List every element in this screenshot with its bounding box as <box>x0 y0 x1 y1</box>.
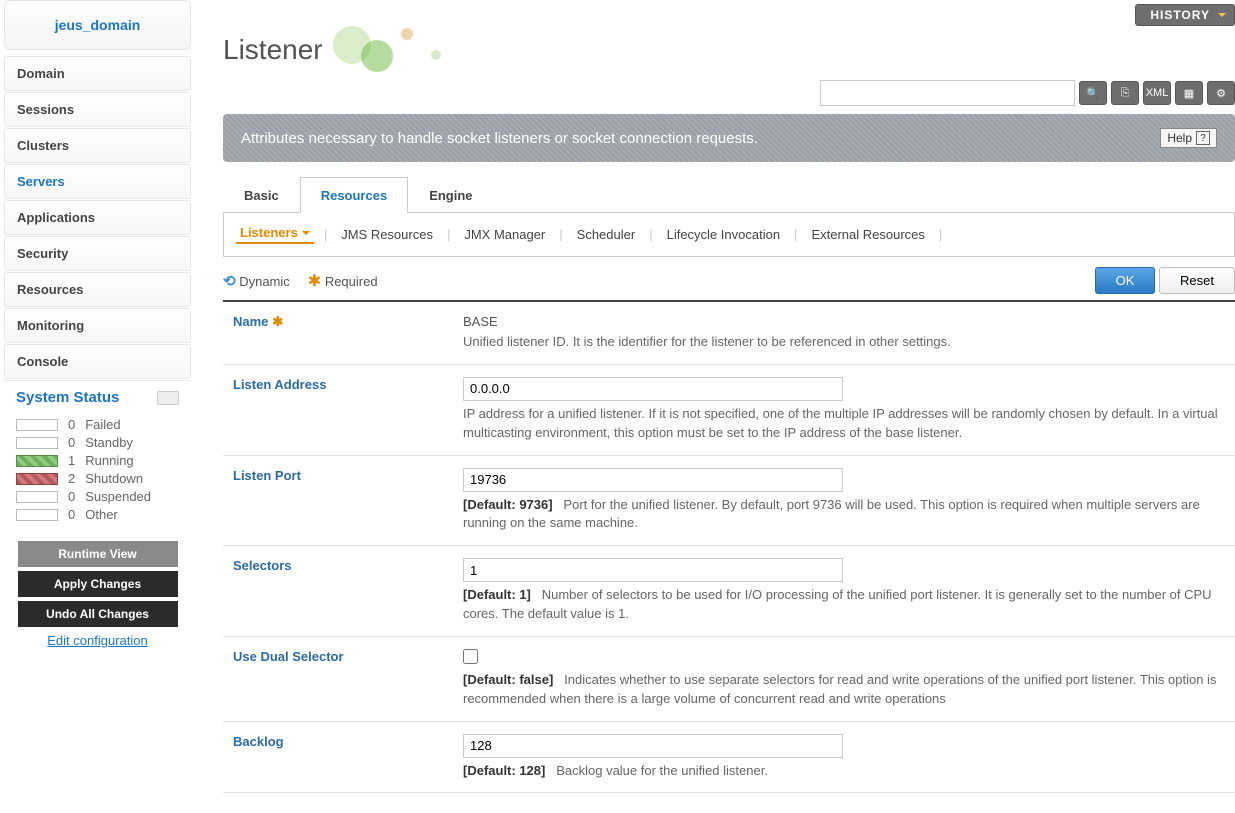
toolbar: 🔍 ⎘ XML ▦ ⚙ <box>223 80 1235 106</box>
ok-button[interactable]: OK <box>1095 267 1156 294</box>
legend-row: ⟲ Dynamic ✱ Required OK Reset <box>223 257 1235 302</box>
status-refresh-icon[interactable] <box>157 391 179 405</box>
help-icon: ? <box>1196 131 1210 145</box>
listen-address-label: Listen Address <box>223 364 453 455</box>
config-icon[interactable]: ⚙ <box>1207 81 1235 105</box>
nav-item-resources[interactable]: Resources <box>4 272 191 307</box>
status-swatch <box>16 455 58 467</box>
status-row: 0Other <box>16 507 179 522</box>
use-dual-label: Use Dual Selector <box>223 636 453 721</box>
history-button[interactable]: HISTORY <box>1135 4 1235 26</box>
export-icon[interactable]: ⎘ <box>1111 81 1139 105</box>
listen-address-desc: IP address for a unified listener. If it… <box>463 405 1225 443</box>
nav-item-monitoring[interactable]: Monitoring <box>4 308 191 343</box>
status-row: 0Standby <box>16 435 179 450</box>
subtab-lifecycle-invocation[interactable]: Lifecycle Invocation <box>663 227 784 242</box>
edit-configuration-link[interactable]: Edit configuration <box>4 633 191 648</box>
domain-link[interactable]: jeus_domain <box>55 17 141 33</box>
dynamic-icon: ⟲ <box>223 273 236 290</box>
grid-icon[interactable]: ▦ <box>1175 81 1203 105</box>
status-swatch <box>16 419 58 431</box>
subtab-jms-resources[interactable]: JMS Resources <box>337 227 437 242</box>
subtab-listeners[interactable]: Listeners <box>236 225 314 244</box>
sidebar: jeus_domain DomainSessionsClustersServer… <box>0 0 195 813</box>
search-input[interactable] <box>820 80 1075 106</box>
description-bar: Attributes necessary to handle socket li… <box>223 114 1235 162</box>
main-content: HISTORY Listener 🔍 ⎘ XML ▦ ⚙ Attributes … <box>195 0 1235 813</box>
form-table: Name✱ BASE Unified listener ID. It is th… <box>223 302 1235 793</box>
subtab-scheduler[interactable]: Scheduler <box>573 227 640 242</box>
listen-address-input[interactable] <box>463 377 843 401</box>
listen-port-label: Listen Port <box>223 455 453 546</box>
nav-item-servers[interactable]: Servers <box>4 164 191 199</box>
backlog-desc: [Default: 128] Backlog value for the uni… <box>463 762 1225 781</box>
tabs: BasicResourcesEngine <box>223 176 1235 213</box>
nav-item-clusters[interactable]: Clusters <box>4 128 191 163</box>
selectors-desc: [Default: 1] Number of selectors to be u… <box>463 586 1225 624</box>
status-swatch <box>16 509 58 521</box>
search-icon[interactable]: 🔍 <box>1079 81 1107 105</box>
nav-item-console[interactable]: Console <box>4 344 191 379</box>
status-swatch <box>16 437 58 449</box>
help-button[interactable]: Help ? <box>1160 128 1217 148</box>
reset-button[interactable]: Reset <box>1159 267 1235 294</box>
status-row: 0Failed <box>16 417 179 432</box>
name-value: BASE <box>463 314 1225 329</box>
use-dual-checkbox[interactable] <box>463 649 478 664</box>
status-row: 0Suspended <box>16 489 179 504</box>
subtabs: Listeners|JMS Resources|JMX Manager|Sche… <box>223 213 1235 257</box>
required-icon: ✱ <box>308 273 321 290</box>
tab-resources[interactable]: Resources <box>300 177 408 213</box>
backlog-label: Backlog <box>223 721 453 793</box>
subtab-jmx-manager[interactable]: JMX Manager <box>460 227 549 242</box>
status-swatch <box>16 491 58 503</box>
xml-icon[interactable]: XML <box>1143 81 1171 105</box>
nav-item-sessions[interactable]: Sessions <box>4 92 191 127</box>
subtab-external-resources[interactable]: External Resources <box>807 227 928 242</box>
status-row: 1Running <box>16 453 179 468</box>
use-dual-desc: [Default: false] Indicates whether to us… <box>463 671 1225 709</box>
status-list: 0Failed 0Standby 1Running 2Shutdown 0Suspend… <box>4 410 191 537</box>
name-desc: Unified listener ID. It is the identifie… <box>463 333 1225 352</box>
nav-item-domain[interactable]: Domain <box>4 56 191 91</box>
tab-engine[interactable]: Engine <box>408 177 493 213</box>
apply-changes-button[interactable]: Apply Changes <box>18 571 178 597</box>
undo-all-changes-button[interactable]: Undo All Changes <box>18 601 178 627</box>
name-label: Name✱ <box>223 302 453 364</box>
selectors-label: Selectors <box>223 546 453 637</box>
nav-item-security[interactable]: Security <box>4 236 191 271</box>
nav-item-applications[interactable]: Applications <box>4 200 191 235</box>
system-status-header: System Status <box>4 380 191 410</box>
page-title: Listener <box>223 30 1235 80</box>
domain-title[interactable]: jeus_domain <box>4 0 191 50</box>
backlog-input[interactable] <box>463 734 843 758</box>
status-swatch <box>16 473 58 485</box>
status-row: 2Shutdown <box>16 471 179 486</box>
runtime-view-button[interactable]: Runtime View <box>18 541 178 567</box>
listen-port-input[interactable] <box>463 468 843 492</box>
selectors-input[interactable] <box>463 558 843 582</box>
listen-port-desc: [Default: 9736] Port for the unified lis… <box>463 496 1225 534</box>
tab-basic[interactable]: Basic <box>223 177 300 213</box>
